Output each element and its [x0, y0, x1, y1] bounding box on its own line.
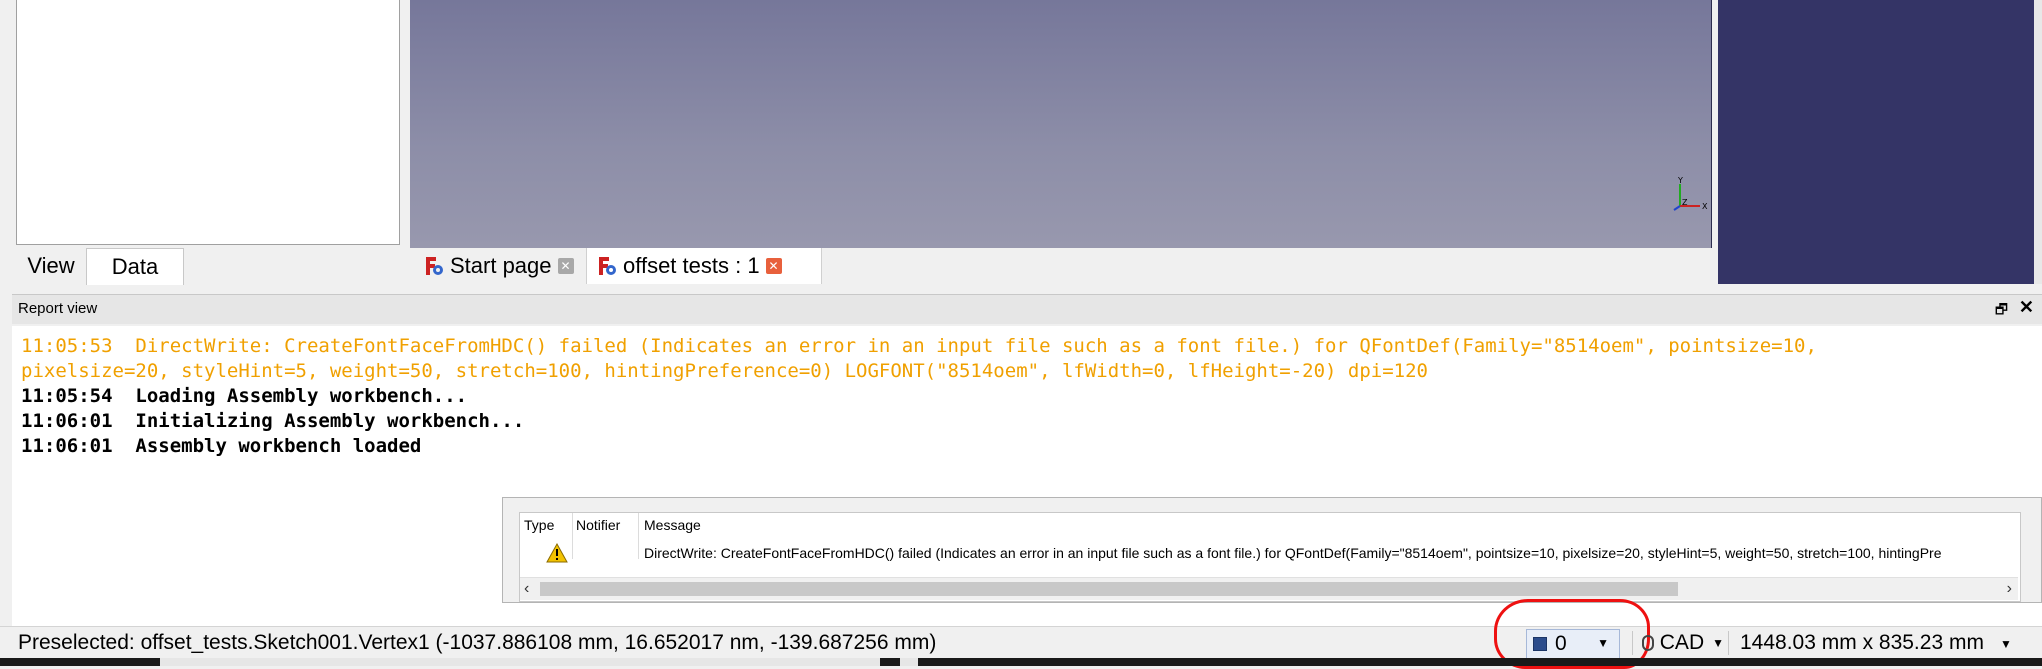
close-icon[interactable]: ✕ [765, 258, 782, 274]
mouse-icon [1642, 635, 1654, 651]
divider [1728, 631, 1729, 655]
z-axis-line [1673, 205, 1681, 211]
report-line: 11:06:01 Assembly workbench loaded [21, 435, 422, 457]
scroll-right-icon[interactable]: › [2007, 578, 2012, 600]
column-header-message[interactable]: Message [644, 517, 701, 533]
combo-view-tabs: View Data [16, 248, 406, 285]
column-divider [638, 513, 639, 559]
tab-start-page[interactable]: Start page ✕ [414, 248, 602, 284]
report-line: pixelsize=20, styleHint=5, weight=50, st… [21, 360, 1428, 382]
taskbar-edge-segment [160, 658, 880, 666]
report-line: 11:05:54 Loading Assembly workbench... [21, 385, 468, 407]
navigation-style-label: CAD [1659, 631, 1705, 654]
3d-view[interactable] [410, 0, 1712, 248]
freecad-icon [597, 255, 617, 277]
report-view-title: Report view [18, 300, 98, 317]
tree-panel[interactable] [16, 0, 400, 245]
status-message: Preselected: offset_tests.Sketch001.Vert… [18, 631, 937, 654]
notification-popup: Type Notifier Message DirectWrite: Creat… [502, 497, 2042, 603]
axis-cross-icon: Y Z X [1673, 176, 1708, 211]
tab-offset-tests-label: offset tests : 1 [623, 253, 760, 278]
divider [1632, 631, 1633, 655]
chevron-down-icon[interactable]: ▼ [2000, 637, 2012, 651]
tab-data[interactable]: Data [86, 248, 184, 285]
right-scrollbar[interactable] [2034, 0, 2042, 284]
column-header-notifier[interactable]: Notifier [576, 517, 620, 533]
warning-icon [546, 543, 568, 563]
notification-message: DirectWrite: CreateFontFaceFromHDC() fai… [644, 545, 1942, 561]
float-icon[interactable]: 🗗 [1995, 299, 2008, 323]
tab-start-page-label: Start page [450, 253, 552, 278]
taskbar-edge-segment [900, 658, 918, 666]
report-line: 11:06:01 Initializing Assembly workbench… [21, 410, 525, 432]
z-axis-label: Z [1682, 198, 1688, 207]
chevron-down-icon: ▼ [1712, 636, 1724, 650]
navigation-style-selector[interactable]: CAD ▼ [1640, 629, 1724, 657]
close-icon[interactable]: ✕ [557, 258, 574, 274]
tab-offset-tests[interactable]: offset tests : 1 ✕ [586, 248, 822, 284]
view-dimensions[interactable]: 1448.03 mm x 835.23 mm [1740, 631, 1984, 655]
document-tab-bar: Start page ✕ offset tests : 1 ✕ [410, 248, 1714, 284]
column-header-type[interactable]: Type [524, 517, 554, 533]
report-view-header: Report view 🗗 ✕ [12, 294, 2042, 324]
column-divider [572, 513, 573, 559]
report-line: 11:05:53 DirectWrite: CreateFontFaceFrom… [21, 335, 1817, 357]
status-bar: Preselected: offset_tests.Sketch001.Vert… [0, 599, 2042, 669]
x-axis-label: X [1702, 202, 1708, 211]
tab-view[interactable]: View [16, 248, 86, 284]
notification-table: Type Notifier Message DirectWrite: Creat… [519, 512, 2021, 602]
scrollbar-thumb[interactable] [540, 582, 1678, 596]
y-axis-label: Y [1677, 176, 1683, 185]
close-icon[interactable]: ✕ [2019, 297, 2034, 318]
freecad-icon [424, 255, 444, 277]
horizontal-scrollbar[interactable]: ‹ › [520, 577, 2018, 600]
scroll-left-icon[interactable]: ‹ [524, 578, 529, 600]
right-dock-panel [1718, 0, 2034, 284]
